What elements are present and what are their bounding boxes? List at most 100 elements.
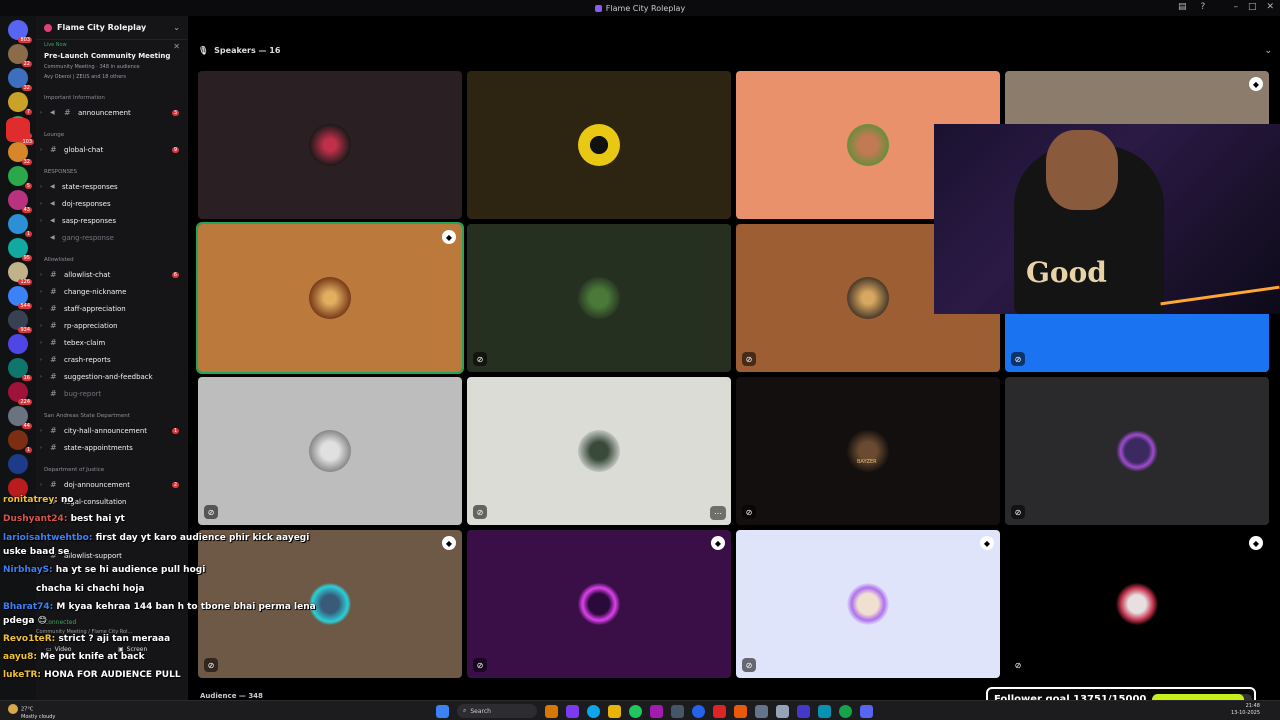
channel-staff-appreciation[interactable]: › # staff-appreciation	[36, 301, 188, 316]
server-icon-dm[interactable]: 803	[8, 20, 32, 43]
server-icon-active[interactable]: 103	[6, 118, 34, 145]
speaker-icon: ◀	[50, 109, 55, 116]
chevron-down-icon[interactable]: ⌄	[1264, 46, 1272, 56]
server-badge: 44	[21, 423, 32, 429]
channel-crash-reports[interactable]: › # crash-reports	[36, 352, 188, 367]
taskbar-search[interactable]: ⌕ Search	[457, 704, 537, 718]
channel-gang-response[interactable]: ◀ gang-response	[36, 230, 188, 245]
speaker-tile[interactable]: BAYZER ⊘	[736, 377, 1000, 525]
category-sasd[interactable]: San Andreas State Department	[44, 413, 130, 419]
channel-rp-appreciation[interactable]: › # rp-appreciation	[36, 318, 188, 333]
chrome-icon[interactable]	[839, 704, 852, 718]
inbox-icon[interactable]: ▤	[1178, 2, 1187, 12]
server-icon[interactable]: 7	[8, 92, 32, 115]
edge-icon[interactable]	[587, 704, 600, 718]
taskbar-clock[interactable]: 21:48 13-10-2025	[1231, 703, 1260, 717]
app-icon[interactable]	[776, 704, 789, 718]
channel-suggestion-and-feedback[interactable]: › # suggestion-and-feedback	[36, 369, 188, 384]
speaker-tile[interactable]: ◆ ⊘	[1005, 530, 1269, 678]
chat-username: Dushyant24:	[3, 514, 68, 524]
channel-state-responses[interactable]: › ◀ state-responses	[36, 179, 188, 194]
channel-state-appointments[interactable]: › # state-appointments	[36, 440, 188, 455]
minimize-icon[interactable]: –	[1233, 2, 1238, 12]
chevron-right-icon: ›	[40, 183, 42, 190]
category-lounge[interactable]: Lounge	[44, 132, 64, 138]
speaker-tile[interactable]	[198, 71, 462, 219]
channel-announcement[interactable]: › ◀ # announcement 3	[36, 105, 188, 120]
chevron-right-icon: ›	[40, 322, 42, 329]
speaker-tile[interactable]: ◆ ⊘	[736, 530, 1000, 678]
app-icon[interactable]	[692, 704, 705, 718]
speaker-tile[interactable]: ⊘	[467, 224, 731, 372]
chat-username: aayu8:	[3, 652, 38, 662]
close-icon[interactable]: ✕	[173, 42, 180, 51]
server-icon[interactable]: 126	[8, 262, 32, 285]
channel-label: gang-response	[62, 233, 114, 242]
avatar	[309, 430, 351, 472]
chat-message: Revo1teR: strict ? aji tan meraaa	[3, 634, 170, 644]
channel-label: state-responses	[62, 182, 118, 191]
chrome-icon[interactable]	[629, 704, 642, 718]
close-icon[interactable]: ✕	[1266, 2, 1274, 12]
server-icon[interactable]: 544	[8, 286, 32, 309]
app-icon[interactable]	[713, 704, 726, 718]
speaker-tile[interactable]: ⊘ ⋯	[467, 377, 731, 525]
server-icon[interactable]: 22	[8, 44, 32, 67]
channel-sasp-responses[interactable]: › ◀ sasp-responses	[36, 213, 188, 228]
server-icon[interactable]: 44	[8, 406, 32, 429]
server-folder-icon[interactable]	[8, 334, 28, 354]
channel-label: global-chat	[64, 145, 104, 154]
speaker-tile[interactable]: ⊘	[1005, 377, 1269, 525]
speaker-tile[interactable]	[467, 71, 731, 219]
server-icon[interactable]	[8, 454, 28, 474]
channel-bug-report[interactable]: # bug-report	[36, 386, 188, 401]
server-icon[interactable]: 43	[8, 190, 32, 213]
channel-city-hall-announcement[interactable]: › # city-hall-announcement 1	[36, 423, 188, 438]
windows-start-icon[interactable]	[436, 704, 449, 718]
speaker-tile[interactable]: ◆ ⊘	[467, 530, 731, 678]
channel-label: tebex-claim	[64, 338, 106, 347]
widgets-icon[interactable]	[545, 704, 558, 718]
muted-mic-icon: ⊘	[473, 505, 487, 519]
server-icon[interactable]: 32	[8, 68, 32, 91]
category-responses[interactable]: RESPONSES	[44, 169, 77, 175]
speaker-tile[interactable]: ⊘	[198, 377, 462, 525]
app-icon[interactable]	[818, 704, 831, 718]
channel-allowlist-chat[interactable]: › # allowlist-chat 6	[36, 267, 188, 282]
server-icon[interactable]: 224	[8, 382, 32, 405]
category-allowlisted[interactable]: Allowlisted	[44, 257, 74, 263]
app-icon[interactable]	[671, 704, 684, 718]
app-icon[interactable]	[650, 704, 663, 718]
chat-message: aayu8: Me put knife at back	[3, 652, 145, 662]
channel-doj-responses[interactable]: › ◀ doj-responses	[36, 196, 188, 211]
category-doj[interactable]: Department of Justice	[44, 467, 104, 473]
more-options-icon[interactable]: ⋯	[710, 506, 726, 520]
maximize-icon[interactable]: □	[1248, 2, 1257, 12]
server-icon[interactable]: 32	[8, 142, 32, 165]
audience-header[interactable]: Audience — 348	[200, 692, 263, 700]
channel-global-chat[interactable]: › # global-chat 9	[36, 142, 188, 157]
help-icon[interactable]: ?	[1201, 2, 1206, 12]
server-badge: 1	[24, 447, 32, 453]
server-icon[interactable]: 1	[8, 430, 32, 453]
server-icon[interactable]: 16	[8, 358, 32, 381]
discord-icon[interactable]	[860, 704, 873, 718]
file-explorer-icon[interactable]	[608, 704, 621, 718]
live-event-card[interactable]: Live Now ✕ Pre-Launch Community Meeting …	[36, 42, 188, 80]
channel-tebex-claim[interactable]: › # tebex-claim	[36, 335, 188, 350]
app-icon[interactable]	[566, 704, 579, 718]
app-icon[interactable]	[797, 704, 810, 718]
server-icon[interactable]: 5	[8, 166, 32, 189]
speaker-tile-speaking[interactable]: ◆	[196, 222, 464, 374]
channel-label: suggestion-and-feedback	[64, 372, 153, 381]
app-icon[interactable]	[755, 704, 768, 718]
weather-widget[interactable]: 27°C Mostly cloudy	[8, 704, 55, 720]
server-icon[interactable]: 934	[8, 310, 32, 333]
server-icon[interactable]: 95	[8, 238, 32, 261]
brave-icon[interactable]	[734, 704, 747, 718]
channel-doj-announcement[interactable]: › # doj-announcement 2	[36, 477, 188, 492]
channel-change-nickname[interactable]: › # change-nickname	[36, 284, 188, 299]
server-icon[interactable]: 1	[8, 214, 32, 237]
server-header[interactable]: Flame City Roleplay ⌄	[36, 16, 188, 40]
category-important[interactable]: Important Information	[44, 95, 105, 101]
